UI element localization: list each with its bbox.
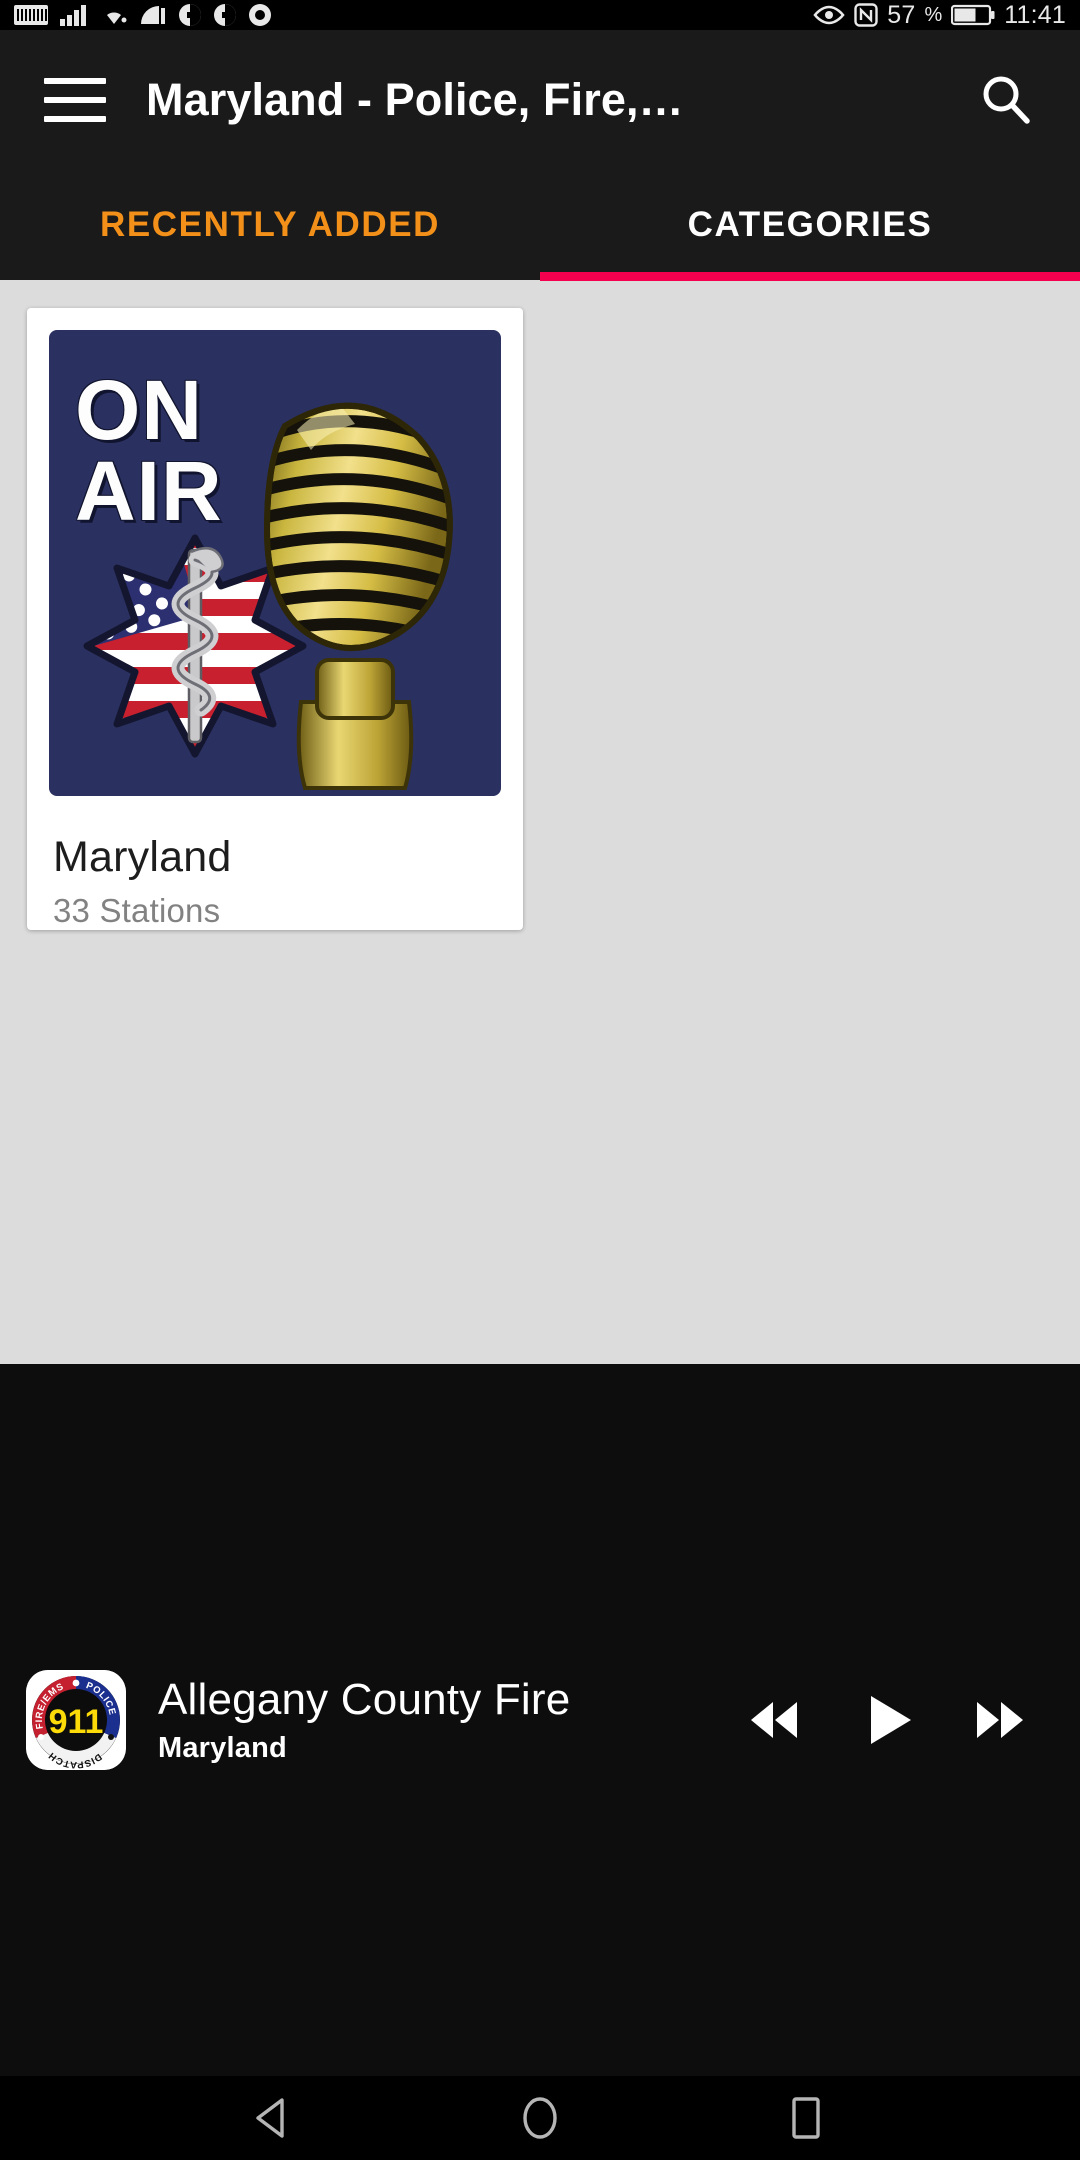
play-button[interactable] [848, 1681, 926, 1759]
back-button[interactable] [239, 2083, 309, 2153]
search-icon[interactable] [970, 64, 1042, 136]
android-navigation-bar [0, 2076, 1080, 2160]
wifi-icon [107, 12, 127, 24]
content-area: ON AIR Maryland 33 Stations [0, 281, 1080, 1364]
status-bar-right-icons: 57 % 11:41 [813, 0, 1066, 30]
tab-indicator [540, 272, 1080, 281]
percent-symbol: % [924, 4, 943, 26]
fast-forward-icon [977, 1702, 1023, 1738]
tab-recently-added-label: RECENTLY ADDED [99, 205, 441, 244]
player-station-subtitle: Maryland [158, 1732, 287, 1764]
app-bar: Maryland - Police, Fire,… [0, 30, 1080, 170]
app-badge-icon-1 [179, 4, 201, 26]
911-dispatch-badge-icon: 911 FIRE/EMS POLICE DISPATCH [26, 1670, 126, 1770]
home-button[interactable] [505, 2083, 575, 2153]
category-card-subtitle: 33 Stations [53, 892, 221, 929]
recents-square-icon [792, 2097, 820, 2139]
phone-screen: 57 % 11:41 Maryland - Police, Fire,… REC… [0, 0, 1080, 2160]
app-badge-icon-3 [249, 4, 271, 26]
clock-text: 11:41 [1004, 1, 1066, 29]
battery-icon [951, 4, 995, 26]
tab-categories[interactable]: CATEGORIES [540, 170, 1080, 280]
on-air-label: ON AIR [75, 363, 223, 539]
tab-recently-added[interactable]: RECENTLY ADDED [0, 170, 540, 280]
status-bar-left-icons [14, 0, 272, 30]
play-icon [871, 1696, 911, 1744]
eye-icon [813, 5, 845, 25]
wifi-label-icon [14, 5, 48, 25]
next-button[interactable] [962, 1681, 1040, 1759]
recents-button[interactable] [771, 2083, 841, 2153]
status-bar: 57 % 11:41 [0, 0, 1080, 30]
hamburger-menu-icon[interactable] [32, 64, 128, 136]
back-triangle-icon [256, 2098, 284, 2138]
svg-text:911: 911 [49, 1703, 104, 1741]
on-air-line-1: ON [75, 363, 203, 457]
category-card-artwork: ON AIR [49, 330, 501, 796]
page-title: Maryland - Police, Fire,… [146, 74, 684, 125]
player-station-title: Allegany County Fire [158, 1675, 571, 1724]
home-circle-icon [523, 2097, 557, 2139]
category-card[interactable]: ON AIR Maryland 33 Stations [27, 308, 523, 930]
previous-button[interactable] [734, 1681, 812, 1759]
player-metadata: Allegany County Fire Maryland [158, 1675, 570, 1765]
player-controls [734, 1681, 1054, 1759]
rewind-icon [751, 1702, 797, 1738]
tab-categories-label: CATEGORIES [687, 205, 933, 244]
player-bar[interactable]: 911 FIRE/EMS POLICE DISPATCH Allegany Co… [0, 1364, 1080, 2076]
on-air-line-2: AIR [75, 444, 223, 539]
signal-bars-icon [60, 5, 86, 26]
nfc-icon [854, 3, 878, 27]
app-badge-icon-2 [214, 4, 236, 26]
battery-percent-text: 57 [887, 1, 916, 29]
category-card-title: Maryland [53, 833, 232, 881]
tab-bar: RECENTLY ADDED CATEGORIES [0, 170, 1080, 280]
cast-icon [141, 6, 165, 24]
